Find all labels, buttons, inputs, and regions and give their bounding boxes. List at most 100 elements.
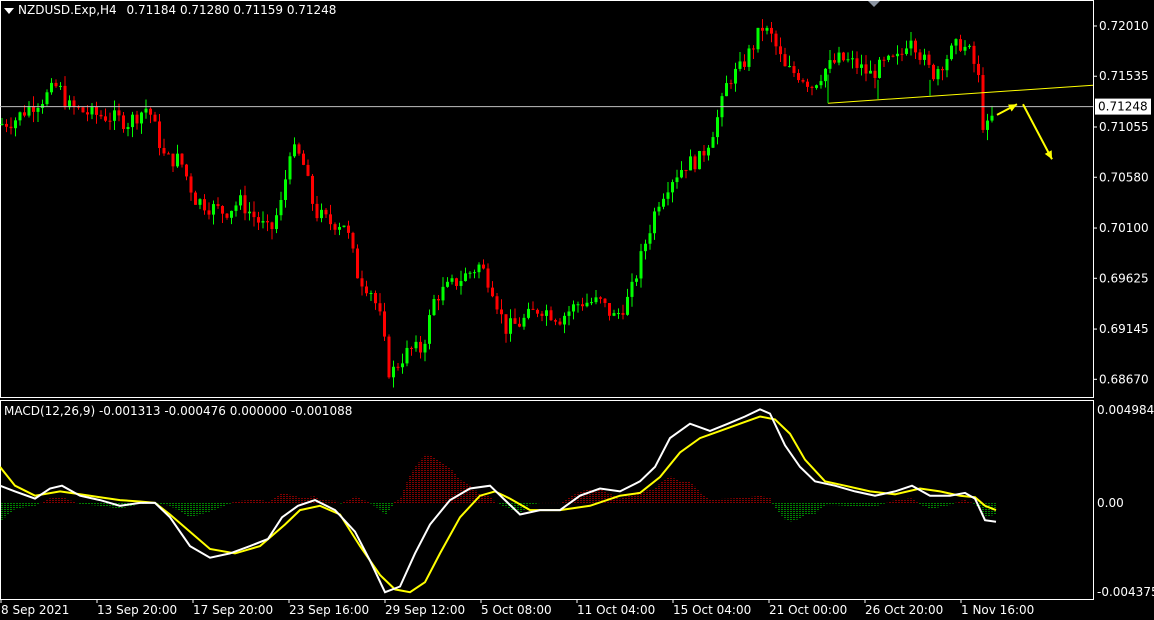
candle-body bbox=[99, 114, 103, 117]
candle-body bbox=[504, 314, 508, 334]
candle-body bbox=[455, 278, 458, 286]
candle-body bbox=[419, 341, 422, 353]
candle-body bbox=[549, 310, 553, 321]
candle-body bbox=[90, 106, 94, 115]
candle-body bbox=[117, 110, 121, 116]
ohlc-values: 0.71184 0.71280 0.71159 0.71248 bbox=[126, 3, 337, 17]
candle-body bbox=[819, 81, 823, 86]
candle-body bbox=[801, 80, 805, 82]
time-tick-label: 13 Sep 20:00 bbox=[97, 603, 177, 617]
candle-body bbox=[167, 153, 170, 155]
candle-body bbox=[329, 214, 332, 225]
candle-body bbox=[86, 112, 89, 115]
candle-body bbox=[977, 63, 980, 76]
candle-body bbox=[603, 298, 607, 304]
candle-body bbox=[653, 211, 656, 234]
chart-window: 0.72010 0.71535 0.71055 0.70580 0.70100 0.696… bbox=[0, 0, 1154, 620]
header-triangle-icon[interactable] bbox=[4, 7, 14, 14]
candle-body bbox=[441, 286, 445, 301]
candle-body bbox=[230, 210, 233, 218]
candle-body bbox=[680, 170, 683, 178]
candle-body bbox=[932, 64, 935, 80]
candle-body bbox=[702, 151, 706, 156]
candle-body bbox=[648, 233, 652, 244]
candle-body bbox=[450, 278, 454, 282]
candle-body bbox=[554, 320, 557, 322]
candle-body bbox=[572, 304, 575, 312]
candle-body bbox=[468, 272, 472, 274]
candle-body bbox=[869, 70, 872, 74]
candle-body bbox=[72, 100, 76, 107]
candle-body bbox=[779, 46, 782, 55]
candle-body bbox=[509, 318, 512, 334]
price-tick-label: 0.71535 bbox=[1099, 69, 1149, 83]
candle-body bbox=[959, 39, 962, 51]
candle-body bbox=[122, 115, 125, 129]
projection-arrow-line[interactable] bbox=[1022, 103, 1053, 160]
candle-body bbox=[905, 48, 908, 54]
candle-body bbox=[45, 92, 49, 105]
candle-body bbox=[432, 298, 436, 316]
candle-body bbox=[414, 341, 418, 349]
candle-body bbox=[239, 195, 242, 206]
candle-body bbox=[14, 120, 17, 129]
candle-body bbox=[378, 303, 382, 312]
macd-main-line bbox=[0, 408, 997, 594]
candle-body bbox=[342, 225, 346, 227]
candle-body bbox=[522, 317, 526, 327]
candle-body bbox=[149, 108, 152, 115]
candle-body bbox=[729, 83, 733, 85]
price-tick-label: 0.71055 bbox=[1099, 120, 1149, 134]
candle-body bbox=[558, 321, 562, 325]
candle-body bbox=[302, 153, 305, 165]
candle-body bbox=[527, 308, 530, 318]
candle-body bbox=[882, 59, 886, 61]
candle-body bbox=[405, 347, 409, 364]
candle-body bbox=[207, 210, 211, 215]
candle-body bbox=[203, 199, 206, 211]
macd-tick-label: 0.00 bbox=[1097, 496, 1124, 510]
candle-body bbox=[833, 60, 836, 63]
candle-body bbox=[189, 176, 193, 193]
candle-body bbox=[482, 264, 485, 269]
candle-body bbox=[437, 298, 440, 301]
candle-body bbox=[599, 297, 602, 299]
price-tick-label: 0.69625 bbox=[1099, 271, 1149, 285]
chart-shift-marker-icon[interactable] bbox=[868, 1, 880, 7]
candle-body bbox=[473, 272, 476, 274]
symbol-label: NZDUSD.Exp,H4 bbox=[18, 3, 117, 17]
chart-canvas[interactable]: 0.72010 0.71535 0.71055 0.70580 0.70100 0.696… bbox=[0, 0, 1154, 620]
candle-body bbox=[711, 137, 715, 148]
candle-body bbox=[513, 318, 517, 324]
candle-body bbox=[693, 156, 697, 170]
candle-body bbox=[261, 221, 265, 223]
candle-body bbox=[459, 281, 463, 286]
candle-body bbox=[774, 33, 778, 47]
candle-body bbox=[644, 243, 647, 252]
candle-body bbox=[792, 66, 796, 74]
trendline[interactable] bbox=[827, 84, 1094, 104]
candle-body bbox=[621, 313, 625, 315]
candle-body bbox=[716, 117, 719, 138]
candle-body bbox=[158, 121, 161, 149]
candle-body bbox=[738, 61, 742, 69]
candle-body bbox=[95, 106, 98, 115]
candle-body bbox=[234, 205, 238, 211]
candle-body bbox=[617, 313, 620, 315]
candle-body bbox=[180, 153, 184, 165]
candle-body bbox=[639, 251, 643, 279]
price-tick-label: 0.70100 bbox=[1099, 221, 1149, 235]
candle-body bbox=[297, 144, 301, 154]
candle-body bbox=[153, 114, 157, 122]
candle-body bbox=[927, 54, 931, 65]
candle-body bbox=[243, 195, 247, 214]
candle-body bbox=[257, 217, 260, 223]
candle-body bbox=[842, 52, 845, 61]
candle-body bbox=[990, 115, 994, 121]
candle-body bbox=[252, 211, 256, 218]
candle-body bbox=[576, 304, 580, 306]
candle-body bbox=[896, 53, 899, 57]
candle-body bbox=[495, 296, 499, 310]
candle-body bbox=[734, 68, 737, 84]
candle-body bbox=[464, 273, 467, 282]
